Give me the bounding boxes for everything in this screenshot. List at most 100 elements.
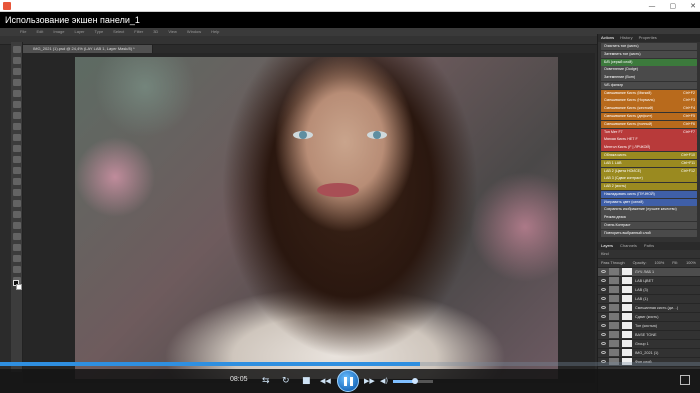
- tool-icon[interactable]: [12, 57, 21, 64]
- action-item[interactable]: Ctrl+F10 Облака кисть: [601, 151, 697, 160]
- action-item[interactable]: Мягкая Кисть НЕТ F: [601, 136, 697, 144]
- tool-icon[interactable]: [12, 167, 21, 174]
- minimize-button[interactable]: —: [649, 2, 656, 10]
- layer-row[interactable]: Тон (кистью): [598, 322, 700, 331]
- action-item[interactable]: Затемнить тон (кисть): [601, 50, 697, 58]
- visibility-eye-icon[interactable]: [601, 297, 606, 301]
- volume-icon[interactable]: ◀): [380, 374, 388, 387]
- layer-row[interactable]: LAB ЦВЕТ: [598, 277, 700, 286]
- action-item[interactable]: Ctrl+F2 Смешивание Кисть (Мягкий): [601, 89, 697, 97]
- tool-icon[interactable]: [12, 46, 21, 53]
- action-item[interactable]: Накладывать кисть (ПУЧНОЙ): [601, 190, 697, 199]
- opacity-value[interactable]: 100%: [655, 261, 665, 265]
- previous-button[interactable]: ◀◀: [320, 374, 331, 387]
- action-item[interactable]: Ctrl+F3 Смешивание Кисть (Нормаль): [601, 97, 697, 105]
- action-item[interactable]: Ctrl+F4 Смешивание Кисть (жесткий): [601, 105, 697, 113]
- visibility-eye-icon[interactable]: [601, 306, 606, 310]
- tool-icon[interactable]: [12, 178, 21, 185]
- fullscreen-button[interactable]: [680, 375, 690, 385]
- tool-icon[interactable]: [12, 255, 21, 262]
- visibility-eye-icon[interactable]: [601, 288, 606, 292]
- repeat-button[interactable]: ↻: [282, 374, 290, 387]
- menu-item[interactable]: View: [168, 28, 177, 36]
- visibility-eye-icon[interactable]: [601, 315, 606, 319]
- layer-row[interactable]: Сдвиг (кисть): [598, 313, 700, 322]
- action-item[interactable]: Повторить выбранный слой: [601, 229, 697, 237]
- visibility-eye-icon[interactable]: [601, 279, 606, 283]
- shuffle-button[interactable]: ⇆: [262, 374, 270, 387]
- tool-icon[interactable]: [12, 68, 21, 75]
- action-item[interactable]: Исправить цвет (синий): [601, 198, 697, 206]
- menu-item[interactable]: Help: [211, 28, 219, 36]
- menu-item[interactable]: File: [20, 28, 26, 36]
- action-item[interactable]: Очень Контраст: [601, 221, 697, 230]
- menu-item[interactable]: Select: [113, 28, 124, 36]
- background-color-swatch[interactable]: [16, 284, 22, 290]
- action-item[interactable]: Сохранить изображение (лучшее качество): [601, 206, 697, 214]
- menu-item[interactable]: Type: [95, 28, 104, 36]
- menu-item[interactable]: Edit: [36, 28, 43, 36]
- action-item[interactable]: Ментол Кисть (F | ЛРЧКОЙ): [601, 144, 697, 152]
- pause-button[interactable]: [337, 370, 359, 392]
- close-button[interactable]: ✕: [690, 2, 696, 10]
- layer-row[interactable]: Group 1: [598, 340, 700, 349]
- layer-kind-filter[interactable]: Kind: [601, 252, 609, 256]
- layer-row[interactable]: BASE TONE: [598, 331, 700, 340]
- layer-row[interactable]: Смешанная кисть (ди…): [598, 304, 700, 313]
- maximize-button[interactable]: ▢: [670, 2, 677, 10]
- menu-item[interactable]: Image: [53, 28, 64, 36]
- action-item[interactable]: Ctrl+F11 LAB 1 LAB: [601, 159, 697, 167]
- tool-icon[interactable]: [12, 101, 21, 108]
- visibility-eye-icon[interactable]: [601, 351, 606, 355]
- seek-bar[interactable]: [0, 362, 700, 366]
- action-item[interactable]: LAB 3 (Сдвиг контраст): [601, 175, 697, 183]
- tool-icon[interactable]: [12, 200, 21, 207]
- tab-properties[interactable]: Properties: [639, 34, 657, 42]
- menu-item[interactable]: Filter: [134, 28, 143, 36]
- tab-channels[interactable]: Channels: [620, 242, 637, 250]
- visibility-eye-icon[interactable]: [601, 342, 606, 346]
- tool-icon[interactable]: [12, 156, 21, 163]
- menu-item[interactable]: 3D: [153, 28, 158, 36]
- action-item[interactable]: Ctrl+F12 LAB 2 (Цвета НОИСЕ): [601, 167, 697, 175]
- tool-icon[interactable]: [12, 79, 21, 86]
- tab-actions[interactable]: Actions: [601, 34, 614, 42]
- action-item[interactable]: Ctrl+F6 Смешивание Кисть (полный): [601, 120, 697, 128]
- tool-icon[interactable]: [12, 233, 21, 240]
- visibility-eye-icon[interactable]: [601, 270, 606, 274]
- action-item[interactable]: Очистить тон (кисть): [601, 43, 697, 51]
- tool-icon[interactable]: [12, 244, 21, 251]
- action-item[interactable]: Ctrl+F5 Смешивание Кисть (дефолт): [601, 113, 697, 121]
- tool-icon[interactable]: [12, 222, 21, 229]
- tool-icon[interactable]: [12, 90, 21, 97]
- action-item[interactable]: LAB 2 (кисть): [601, 183, 697, 191]
- document-tab[interactable]: IMG_2021 (1).psd @ 24,4% (LAY LAB 1, Lay…: [23, 45, 153, 53]
- tool-icon[interactable]: [12, 112, 21, 119]
- layer-row[interactable]: LAB (3): [598, 286, 700, 295]
- action-item[interactable]: Ч/Б фильтр: [601, 81, 697, 90]
- tool-icon[interactable]: [12, 211, 21, 218]
- action-item[interactable]: Резкая дезка: [601, 214, 697, 222]
- menu-item[interactable]: Window: [187, 28, 201, 36]
- tool-icon[interactable]: [12, 266, 21, 273]
- layer-row[interactable]: LAB (1): [598, 295, 700, 304]
- blend-mode-select[interactable]: Pass Through: [601, 261, 625, 265]
- tool-icon[interactable]: [12, 123, 21, 130]
- visibility-eye-icon[interactable]: [601, 333, 606, 337]
- tab-paths[interactable]: Paths: [644, 242, 654, 250]
- canvas-area[interactable]: [23, 53, 595, 383]
- fill-value[interactable]: 100%: [686, 261, 696, 265]
- stop-button[interactable]: ■: [302, 374, 311, 387]
- volume-slider[interactable]: [393, 378, 433, 384]
- action-item[interactable]: Ctrl+F7 Тон Мет F7: [601, 128, 697, 136]
- action-item[interactable]: Б/В (серый слой): [601, 58, 697, 66]
- tab-history[interactable]: History: [620, 34, 632, 42]
- action-item[interactable]: Осветление (Dodge): [601, 66, 697, 74]
- action-item[interactable]: Затемнение (Burn): [601, 74, 697, 82]
- visibility-eye-icon[interactable]: [601, 324, 606, 328]
- tool-icon[interactable]: [12, 145, 21, 152]
- tab-layers[interactable]: Layers: [601, 242, 613, 250]
- next-button[interactable]: ▶▶: [364, 374, 375, 387]
- tool-icon[interactable]: [12, 189, 21, 196]
- menu-item[interactable]: Layer: [74, 28, 84, 36]
